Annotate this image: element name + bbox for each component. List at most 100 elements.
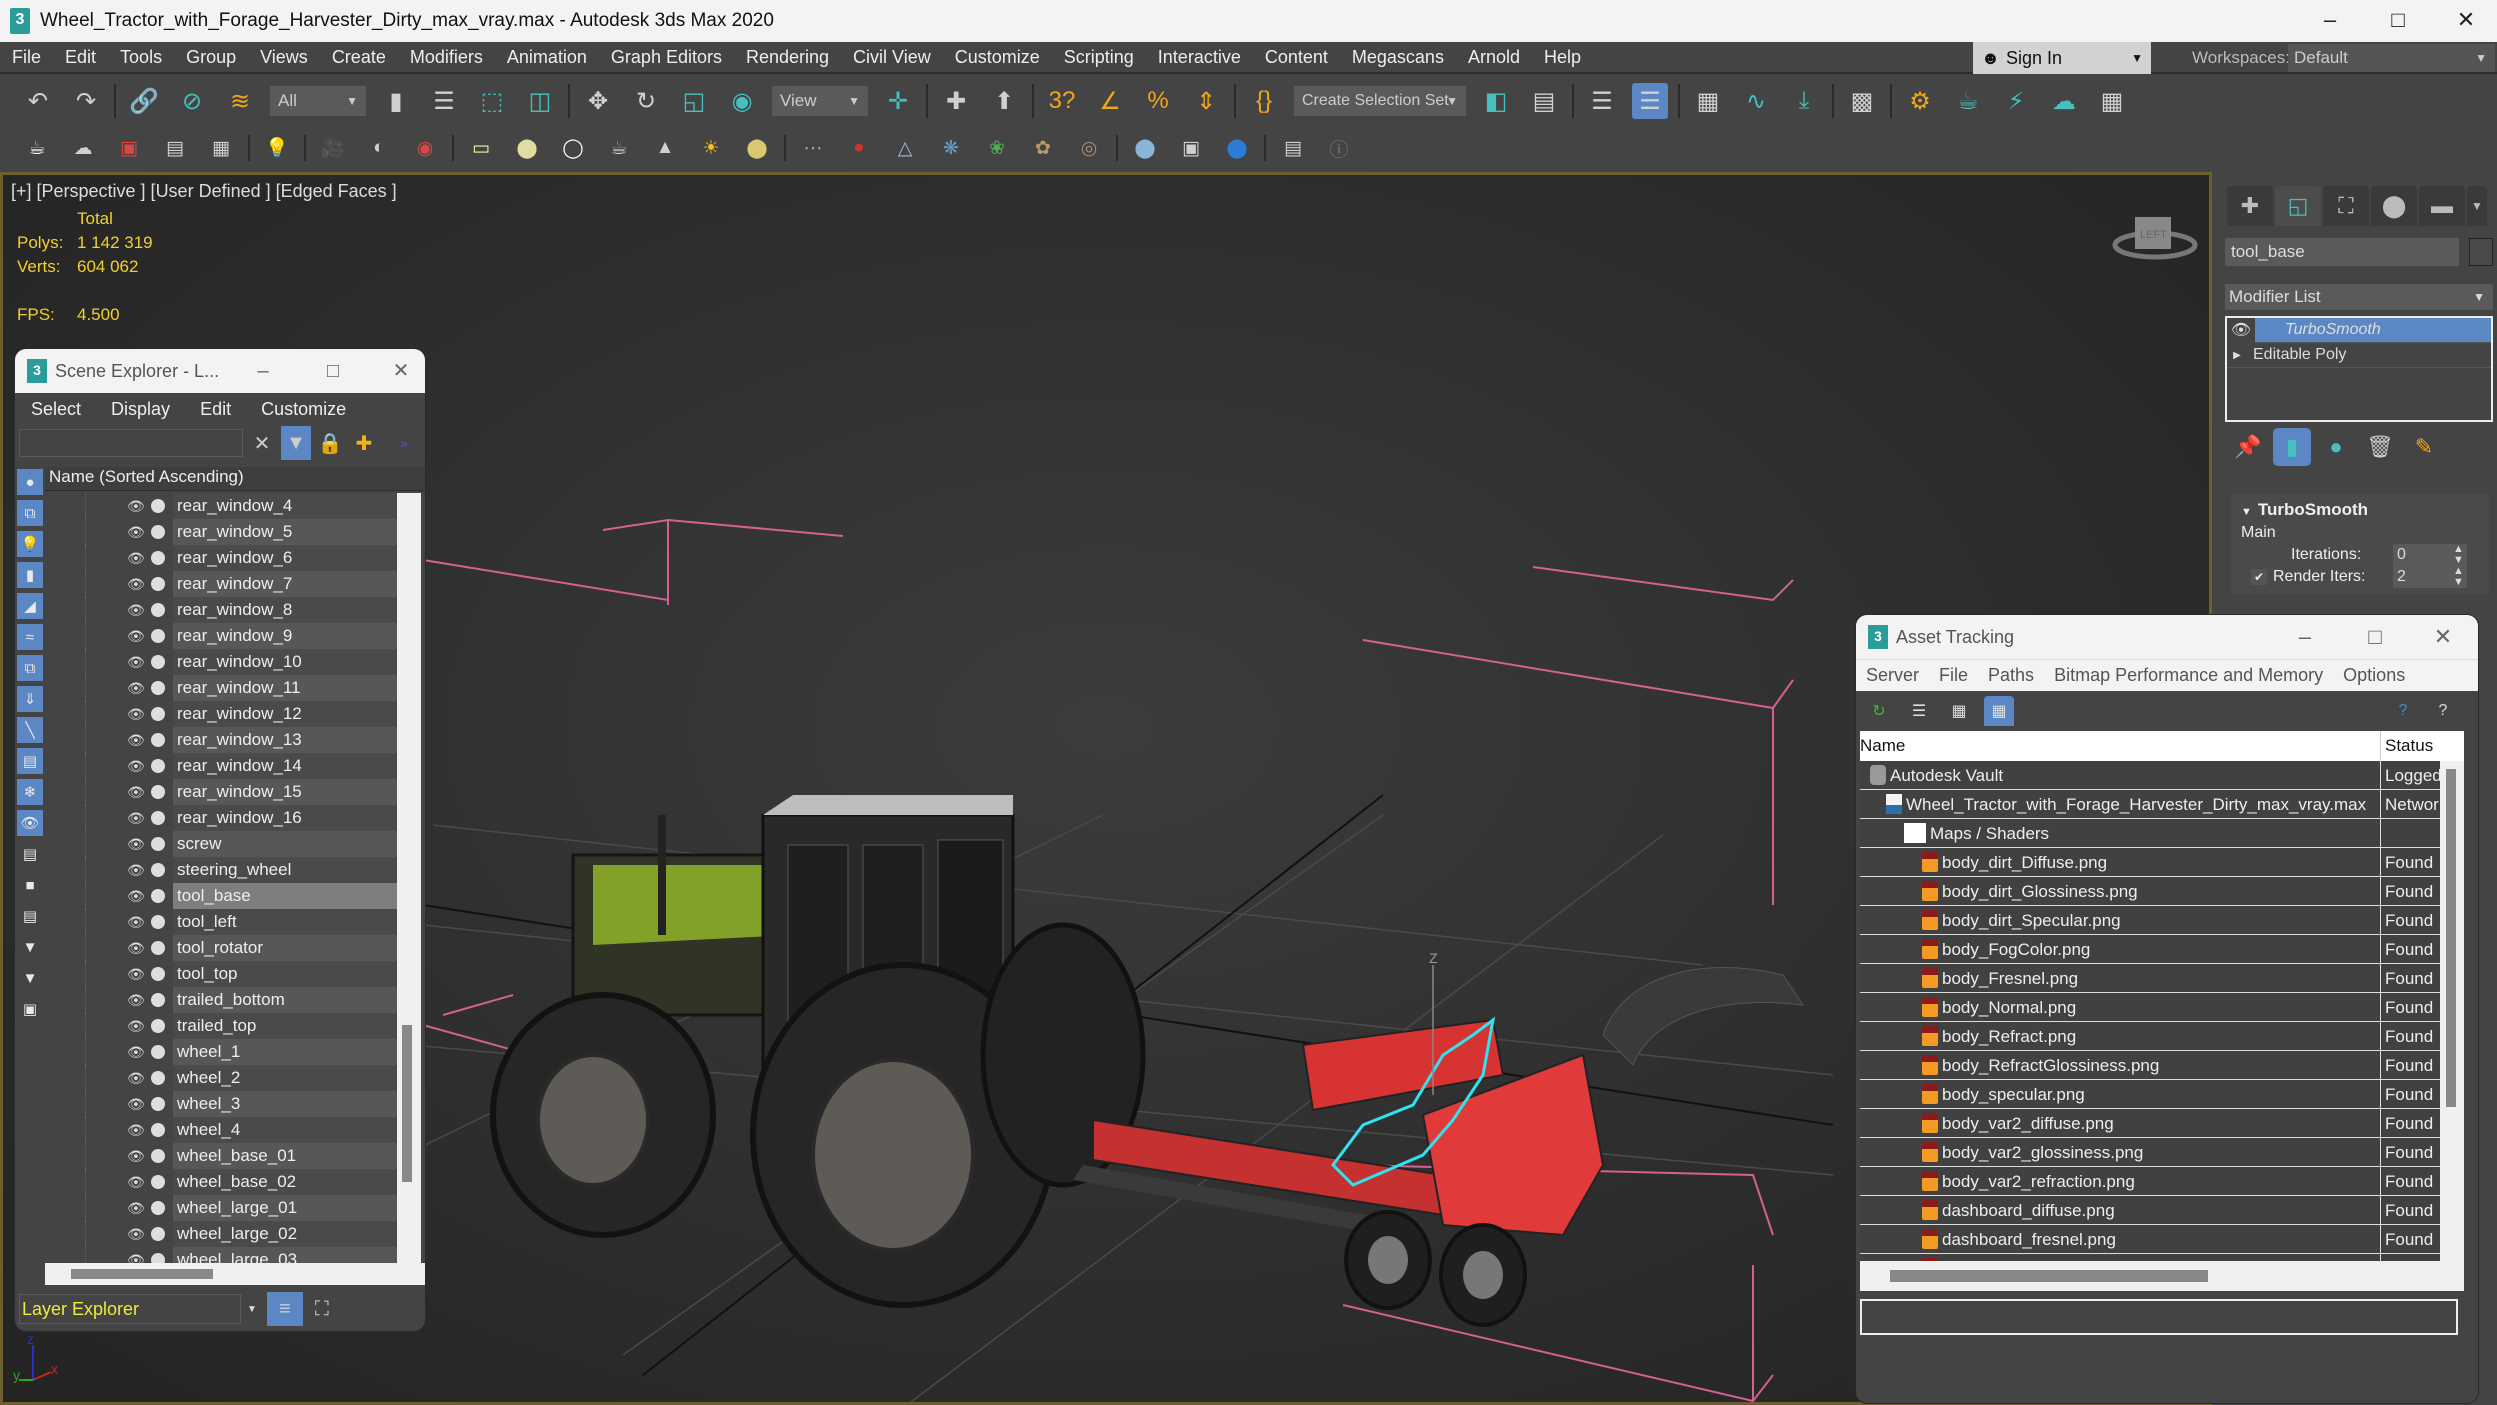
object-name-field[interactable]: tool_base (2225, 238, 2459, 266)
minimize-button[interactable]: – (241, 349, 285, 393)
unlink-icon[interactable]: ⊘ (174, 83, 210, 119)
menu-group[interactable]: Group (174, 47, 248, 68)
menu-scripting[interactable]: Scripting (1052, 47, 1146, 68)
freeze-dot-icon[interactable] (151, 1253, 165, 1263)
display-xrefs-icon[interactable]: ⇓ (17, 686, 43, 712)
render-production-icon[interactable]: ⚡ (1998, 83, 2034, 119)
grass-icon[interactable]: ❀ (982, 133, 1012, 163)
freeze-dot-icon[interactable] (151, 1045, 165, 1059)
scene-object-row[interactable]: 👁 rear_window_9 (45, 623, 411, 649)
asset-row[interactable]: body_Normal.png Found (1860, 993, 2440, 1022)
modify-tab-icon[interactable]: ◱ (2275, 186, 2321, 226)
spinner-arrows-icon[interactable]: ▲ ▼ (2453, 566, 2464, 588)
visibility-eye-icon[interactable]: 👁 (127, 888, 149, 905)
minimize-button[interactable]: – (2296, 0, 2364, 42)
settings-panel-icon[interactable]: ▤ (160, 133, 190, 163)
display-shapes-icon[interactable]: ⧉ (17, 500, 43, 526)
visibility-eye-icon[interactable]: 👁 (127, 758, 149, 775)
menu-arnold[interactable]: Arnold (1456, 47, 1532, 68)
render-gallery-icon[interactable]: ▦ (2094, 83, 2130, 119)
ambient-light-icon[interactable]: ⬤ (742, 133, 772, 163)
menu-modifiers[interactable]: Modifiers (398, 47, 495, 68)
status-column-header[interactable]: Status (2380, 731, 2440, 761)
se-menu-display[interactable]: Display (95, 399, 184, 420)
freeze-dot-icon[interactable] (151, 525, 165, 539)
asset-row[interactable]: body_dirt_Specular.png Found (1860, 906, 2440, 935)
freeze-dot-icon[interactable] (151, 1071, 165, 1085)
visibility-eye-icon[interactable]: 👁 (127, 576, 149, 593)
refresh-icon[interactable]: ↻ (1864, 696, 1894, 726)
menu-file[interactable]: File (0, 47, 53, 68)
scene-object-row[interactable]: 👁 trailed_bottom (45, 987, 411, 1013)
freeze-dot-icon[interactable] (151, 1227, 165, 1241)
asset-row[interactable]: body_Refract.png Found (1860, 1022, 2440, 1051)
remove-modifier-icon[interactable]: 🗑 (2361, 428, 2399, 466)
fur-icon[interactable]: ❋ (936, 133, 966, 163)
help-icon[interactable]: ⓘ (1324, 133, 1354, 163)
visibility-eye-icon[interactable]: 👁 (127, 1018, 149, 1035)
move-icon[interactable]: ✥ (580, 83, 616, 119)
asset-row[interactable]: body_var2_glossiness.png Found (1860, 1138, 2440, 1167)
at-menu-bitmap-performance[interactable]: Bitmap Performance and Memory (2044, 665, 2333, 686)
menu-civil-view[interactable]: Civil View (841, 47, 943, 68)
hierarchy-tab-icon[interactable]: ⛶ (2323, 186, 2369, 226)
asset-row[interactable]: body_dirt_Diffuse.png Found (1860, 848, 2440, 877)
more-tabs-icon[interactable]: ▼ (2467, 186, 2487, 226)
spinner-snap-icon[interactable]: ⇕ (1188, 83, 1224, 119)
scene-object-row[interactable]: 👁 rear_window_13 (45, 727, 411, 753)
particles-icon[interactable]: ⋯ (798, 133, 828, 163)
toggle-ribbon-icon[interactable]: ▦ (1690, 83, 1726, 119)
window-crossing-icon[interactable]: ◫ (522, 83, 558, 119)
close-button[interactable]: ✕ (379, 349, 423, 393)
asset-row[interactable]: body_Fresnel.png Found (1860, 964, 2440, 993)
tree-view-icon[interactable]: ▦ (1944, 696, 1974, 726)
menu-megascans[interactable]: Megascans (1340, 47, 1456, 68)
undo-icon[interactable]: ↶ (20, 83, 56, 119)
render-cloud-icon[interactable]: ☁ (2046, 83, 2082, 119)
horizontal-scrollbar[interactable] (1860, 1261, 2440, 1291)
scene-object-row[interactable]: 👁 rear_window_7 (45, 571, 411, 597)
scene-object-row[interactable]: 👁 wheel_4 (45, 1117, 411, 1143)
list-view-icon[interactable]: ☰ (1904, 696, 1934, 726)
align-icon[interactable]: ▤ (1526, 83, 1562, 119)
scale-icon[interactable]: ◱ (676, 83, 712, 119)
visibility-eye-icon[interactable]: 👁 (127, 1174, 149, 1191)
rotate-icon[interactable]: ↻ (628, 83, 664, 119)
scene-object-row[interactable]: 👁 rear_window_8 (45, 597, 411, 623)
render-iters-spinner[interactable]: 2 ▲ ▼ (2393, 566, 2467, 588)
freeze-dot-icon[interactable] (151, 1097, 165, 1111)
spinner-arrows-icon[interactable]: ▲ ▼ (2453, 544, 2464, 566)
asset-row[interactable]: body_specular.png Found (1860, 1080, 2440, 1109)
expand-arrow-icon[interactable]: ▶ (2227, 350, 2247, 361)
place-icon[interactable]: ◉ (724, 83, 760, 119)
display-groups-icon[interactable]: ⧉ (17, 655, 43, 681)
tower-icon[interactable]: △ (890, 133, 920, 163)
visibility-eye-icon[interactable]: 👁 (127, 836, 149, 853)
se-menu-customize[interactable]: Customize (245, 399, 360, 420)
asset-row[interactable]: dashboard_diffuse.png Found (1860, 1196, 2440, 1225)
redo-icon[interactable]: ↷ (68, 83, 104, 119)
clear-search-icon[interactable]: ✕ (247, 426, 277, 460)
freeze-dot-icon[interactable] (151, 577, 165, 591)
visibility-eye-icon[interactable]: 👁 (127, 498, 149, 515)
visibility-eye-icon[interactable]: 👁 (127, 732, 149, 749)
expand-toolbar-icon[interactable]: » (389, 426, 419, 460)
visibility-eye-icon[interactable]: 👁 (127, 1252, 149, 1264)
molecule-icon[interactable]: ● (844, 133, 874, 163)
scene-object-row[interactable]: 👁 rear_window_16 (45, 805, 411, 831)
scene-object-row[interactable]: 👁 rear_window_6 (45, 545, 411, 571)
scrollbar-thumb[interactable] (71, 1269, 213, 1279)
help-icon[interactable]: ? (2428, 696, 2458, 726)
scene-object-row[interactable]: 👁 steering_wheel (45, 857, 411, 883)
maximize-button[interactable]: □ (2344, 615, 2406, 659)
select-manipulate-icon[interactable]: ✚ (938, 83, 974, 119)
scene-object-row[interactable]: 👁 wheel_1 (45, 1039, 411, 1065)
menu-tools[interactable]: Tools (108, 47, 174, 68)
freeze-dot-icon[interactable] (151, 1019, 165, 1033)
freeze-dot-icon[interactable] (151, 785, 165, 799)
camera-sequence-icon[interactable]: ◐ (364, 133, 394, 163)
schematic-view-icon[interactable]: ⤓ (1786, 83, 1822, 119)
visibility-eye-icon[interactable]: 👁 (127, 1070, 149, 1087)
vfb-icon[interactable]: ⬤ (1222, 133, 1252, 163)
asset-path-field[interactable] (1860, 1299, 2458, 1335)
